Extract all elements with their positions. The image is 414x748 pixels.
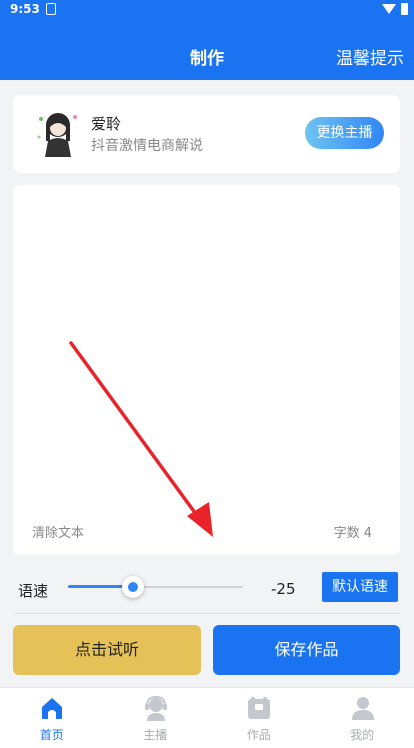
anchor-icon — [144, 695, 167, 721]
status-time: 9:53 — [10, 2, 40, 16]
nav-item-profile[interactable]: 我的 — [311, 688, 414, 748]
speed-slider[interactable] — [68, 576, 243, 598]
nav-item-anchor[interactable]: 主播 — [104, 688, 208, 748]
nav-item-home[interactable]: 首页 — [0, 688, 104, 748]
profile-icon — [351, 697, 374, 720]
save-works-button[interactable]: 保存作品 — [213, 625, 400, 675]
clear-text-button[interactable]: 清除文本 — [32, 522, 84, 541]
divider — [13, 613, 400, 614]
slider-thumb[interactable] — [121, 576, 144, 598]
battery-icon — [401, 3, 408, 15]
anchor-card: 爱聆 抖音激情电商解说 更换主播 — [13, 95, 400, 173]
anchor-avatar — [33, 107, 83, 161]
change-anchor-button[interactable]: 更换主播 — [305, 117, 384, 149]
speed-row: 语速 -25 默认语速 — [13, 565, 400, 613]
text-editor[interactable]: 清除文本 字数 4 — [13, 185, 400, 555]
nav-label-works: 作品 — [246, 728, 271, 742]
wifi-icon — [382, 4, 396, 14]
nav-item-works[interactable]: 作品 — [207, 688, 311, 748]
anchor-description: 抖音激情电商解说 — [91, 138, 203, 154]
nav-label-home: 首页 — [39, 728, 64, 742]
listen-button[interactable]: 点击试听 — [13, 625, 201, 675]
annotation-arrow — [69, 341, 213, 537]
char-count: 字数 4 — [333, 526, 372, 541]
notification-icon — [46, 3, 56, 15]
tips-link[interactable]: 温馨提示 — [336, 44, 404, 69]
anchor-name: 爱聆 — [91, 115, 122, 133]
works-icon — [248, 697, 270, 719]
app-bar: 制作 温馨提示 — [0, 20, 414, 80]
default-speed-button[interactable]: 默认语速 — [322, 572, 398, 602]
bottom-nav: 首页 主播 作品 我的 — [0, 687, 414, 748]
home-icon — [42, 698, 62, 719]
nav-label-profile: 我的 — [350, 728, 375, 742]
nav-label-anchor: 主播 — [143, 728, 168, 742]
status-bar: 9:53 — [0, 0, 414, 20]
speed-label: 语速 — [18, 582, 49, 600]
speed-value: -25 — [271, 580, 296, 598]
